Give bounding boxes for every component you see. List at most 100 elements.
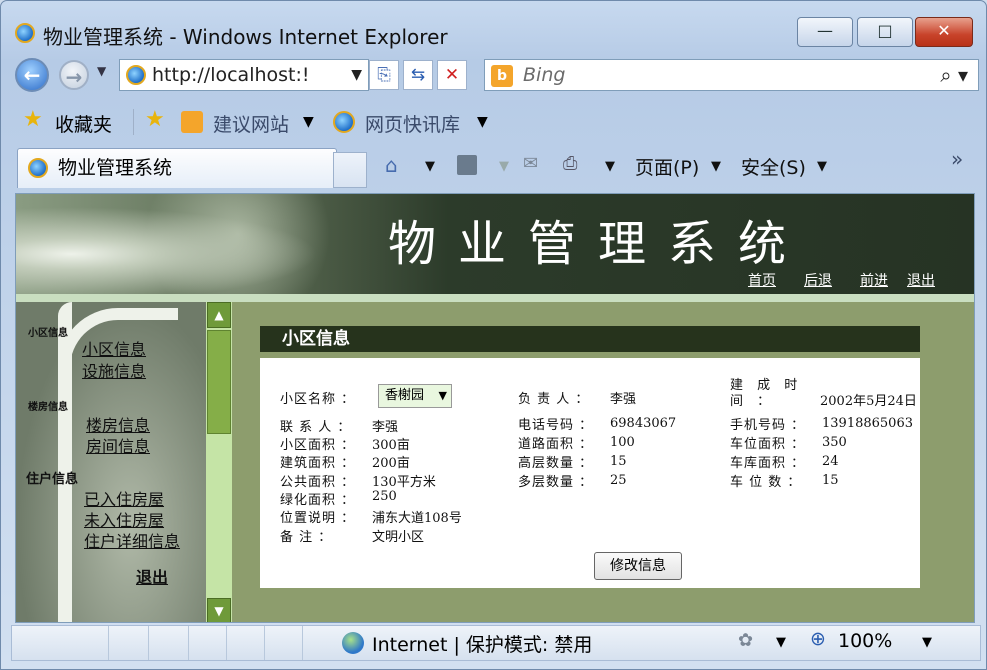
status-divider [226, 626, 227, 660]
minimize-button[interactable]: — [797, 17, 853, 47]
safety-menu[interactable]: 安全(S) [741, 153, 806, 180]
sidebar: 小区信息 小区信息 设施信息 楼房信息 楼房信息 房间信息 住户信息 已入住房屋… [16, 302, 206, 622]
status-divider [148, 626, 149, 660]
print-dropdown-icon[interactable]: ▼ [605, 159, 615, 174]
add-favorite-icon[interactable]: ★ [145, 107, 165, 132]
sidebar-item-facility-info[interactable]: 设施信息 [82, 358, 146, 382]
suggested-sites-link[interactable]: 建议网站 [213, 110, 289, 137]
page-menu[interactable]: 页面(P) [635, 153, 699, 180]
page-icon [126, 65, 146, 85]
security-zone-text[interactable]: Internet | 保护模式: 禁用 [372, 630, 592, 657]
scroll-thumb[interactable] [207, 330, 231, 434]
community-name-select[interactable]: 香榭园 ▼ [378, 384, 452, 408]
web-slice-dropdown-icon[interactable]: ▼ [477, 114, 488, 130]
nav-forward-link[interactable]: 前进 [860, 270, 888, 290]
banner-keyboard-image [16, 194, 386, 294]
manager-value: 李强 [610, 392, 637, 407]
chevron-down-icon: ▼ [438, 389, 447, 402]
new-tab-button[interactable] [333, 152, 367, 188]
zoom-level[interactable]: 100% [838, 630, 892, 652]
parking-spaces-value: 15 [822, 473, 839, 488]
home-dropdown-icon[interactable]: ▼ [425, 159, 435, 174]
community-name-label: 小区名称 ： [280, 392, 356, 407]
tab-title: 物业管理系统 [58, 157, 173, 179]
home-icon[interactable]: ⌂ [385, 153, 398, 177]
favorites-button[interactable]: 收藏夹 [55, 110, 112, 137]
zoom-icon[interactable]: ⊕ [810, 628, 826, 650]
phone-label: 电话号码 ： [518, 418, 594, 433]
tab-page-icon [28, 158, 48, 178]
favorites-star-icon[interactable]: ★ [23, 107, 43, 132]
forward-button[interactable]: → [59, 60, 89, 90]
remark-label: 备 注 ： [280, 530, 333, 545]
sidebar-item-community-info[interactable]: 小区信息 [82, 336, 146, 360]
green-area-value: 250 [372, 489, 397, 504]
favorites-bar: ★ 收藏夹 ★ 建议网站 ▼ 网页快讯库 ▼ [11, 105, 981, 143]
popup-blocker-icon[interactable]: ✿ [738, 630, 753, 651]
back-button[interactable]: ← [15, 58, 49, 92]
remark-value: 文明小区 [372, 530, 425, 545]
search-input[interactable]: b Bing ⌕ ▾ [484, 59, 979, 91]
read-mail-icon[interactable]: ✉ [523, 153, 538, 174]
section-title: 小区信息 [260, 326, 920, 352]
sidebar-item-resident-details[interactable]: 住户详细信息 [84, 528, 180, 552]
garage-area-value: 24 [822, 454, 839, 469]
browser-window: 物业管理系统 - Windows Internet Explorer — □ ✕… [0, 0, 987, 670]
high-rise-count-label: 高层数量 ： [518, 456, 594, 471]
search-icon[interactable]: ⌕ ▾ [940, 60, 968, 90]
web-slice-icon [333, 111, 355, 133]
contact-value: 李强 [372, 420, 399, 435]
public-area-value: 130平方米 [372, 475, 436, 490]
maximize-button[interactable]: □ [857, 17, 913, 47]
contact-label: 联 系 人 ： [280, 420, 352, 435]
window-title: 物业管理系统 - Windows Internet Explorer [43, 25, 448, 49]
popup-blocker-dropdown-icon[interactable]: ▼ [776, 635, 786, 650]
feeds-dropdown-icon[interactable]: ▼ [499, 159, 509, 174]
stop-icon[interactable]: ✕ [437, 60, 467, 90]
address-dropdown-icon[interactable]: ▼ [351, 60, 362, 90]
green-area-label: 绿化面积 ： [280, 493, 356, 508]
suggested-sites-icon [181, 111, 203, 133]
status-divider [108, 626, 109, 660]
site-title: 物业管理系统 [388, 216, 809, 272]
scroll-up-icon[interactable]: ▲ [207, 302, 231, 328]
multi-storey-count-label: 多层数量 ： [518, 475, 594, 490]
banner-divider [16, 294, 974, 302]
bing-logo-icon: b [491, 65, 513, 87]
garage-area-label: 车库面积 ： [730, 456, 806, 471]
address-text: http://localhost:! [152, 64, 310, 86]
close-button[interactable]: ✕ [915, 17, 973, 47]
refresh-icon[interactable]: ⇆ [403, 60, 433, 90]
multi-storey-count-value: 25 [610, 473, 627, 488]
area-label: 小区面积 ： [280, 438, 356, 453]
sidebar-section-title: 楼房信息 [28, 402, 68, 413]
sidebar-scrollbar[interactable]: ▲ ▼ [206, 302, 232, 622]
page-content: 物业管理系统 首页 后退 前进 退出 小区信息 小区信息 设施信息 楼房信息 楼… [15, 193, 975, 623]
safety-menu-dropdown-icon[interactable]: ▼ [817, 159, 827, 174]
suggested-sites-dropdown-icon[interactable]: ▼ [303, 114, 314, 130]
print-icon[interactable]: ⎙ [563, 153, 577, 174]
tab-active[interactable]: 物业管理系统 [17, 148, 337, 188]
scroll-down-icon[interactable]: ▼ [207, 598, 231, 622]
page-menu-dropdown-icon[interactable]: ▼ [711, 159, 721, 174]
sidebar-item-room-info[interactable]: 房间信息 [86, 433, 150, 457]
web-slice-gallery-link[interactable]: 网页快讯库 [365, 110, 460, 137]
more-commands-chevron-icon[interactable]: » [951, 147, 963, 171]
feeds-icon[interactable] [457, 155, 477, 175]
status-divider [188, 626, 189, 660]
edit-info-button[interactable]: 修改信息 [594, 552, 682, 580]
parking-area-label: 车位面积 ： [730, 437, 806, 452]
sidebar-logout-link[interactable]: 退出 [136, 564, 168, 588]
zoom-dropdown-icon[interactable]: ▼ [922, 635, 932, 650]
history-dropdown-icon[interactable]: ▼ [97, 64, 106, 78]
nav-home-link[interactable]: 首页 [748, 270, 776, 290]
public-area-label: 公共面积 ： [280, 475, 356, 490]
nav-logout-link[interactable]: 退出 [907, 270, 935, 290]
address-input[interactable]: http://localhost:! ▼ [119, 59, 369, 91]
manager-label: 负 责 人 ： [518, 392, 590, 407]
high-rise-count-value: 15 [610, 454, 627, 469]
nav-back-link[interactable]: 后退 [804, 270, 832, 290]
compatibility-view-icon[interactable]: ⎘ [369, 60, 399, 90]
status-bar: Internet | 保护模式: 禁用 ✿ ▼ ⊕ 100% ▼ [11, 625, 981, 661]
sidebar-section-title: 住户信息 [26, 472, 79, 487]
